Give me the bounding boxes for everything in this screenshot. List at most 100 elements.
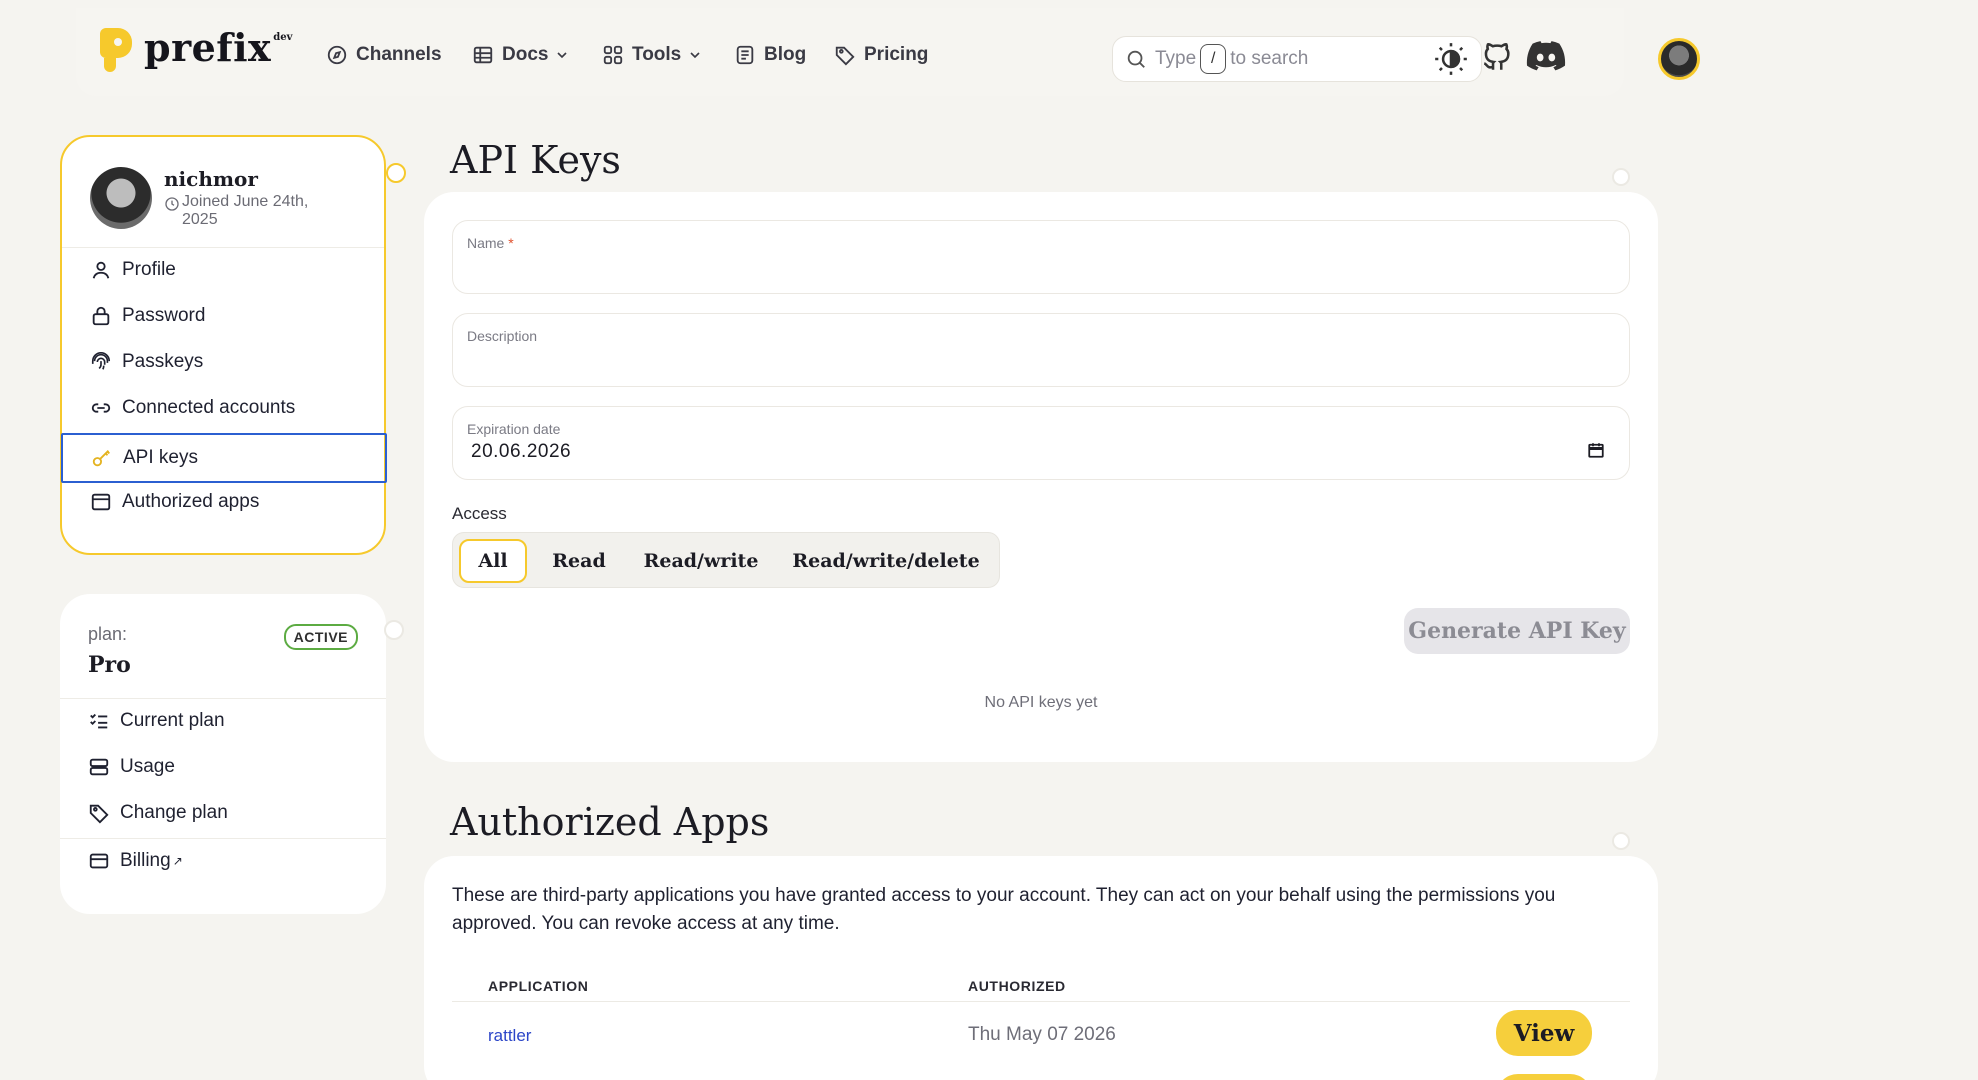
document-icon	[736, 45, 754, 65]
prefix-logo-icon	[100, 28, 134, 76]
view-button[interactable]: View	[1496, 1010, 1592, 1056]
sidebar-item-authorized-apps[interactable]: Authorized apps	[90, 491, 259, 513]
link-icon	[91, 403, 111, 413]
user-name: nichmor	[164, 167, 258, 191]
authorized-apps-description: These are third-party applications you h…	[452, 885, 1556, 934]
nav-docs[interactable]: Docs	[472, 44, 570, 66]
sidebar-item-label: Authorized apps	[122, 491, 260, 512]
brand-sup: dev	[273, 32, 293, 43]
access-option-read-write[interactable]: Read/write	[631, 539, 771, 583]
sidebar-item-connected-accounts[interactable]: Connected accounts	[90, 397, 295, 419]
search-prefix: Type	[1155, 48, 1197, 69]
search-input[interactable]: Type / to search	[1112, 36, 1482, 82]
card-icon	[89, 853, 109, 869]
access-option-all[interactable]: All	[459, 539, 527, 583]
sidebar-item-label: API keys	[123, 447, 198, 468]
account-settings-card: nichmor Joined June 24th, 2025 Profile P…	[60, 135, 406, 555]
avatar	[90, 167, 152, 229]
user-joined: Joined June 24th, 2025	[164, 193, 314, 229]
table-divider	[452, 1001, 1630, 1002]
server-icon	[89, 758, 109, 776]
tag-icon	[835, 46, 855, 66]
chevron-down-icon	[557, 52, 568, 59]
authorized-apps-panel: These are third-party applications you h…	[424, 856, 1658, 1080]
view-button-next-row[interactable]	[1496, 1074, 1592, 1080]
card-connector	[384, 620, 404, 640]
access-label: Access	[452, 504, 507, 523]
access-option-read-write-delete[interactable]: Read/write/delete	[779, 539, 993, 583]
plan-item-usage[interactable]: Usage	[88, 756, 175, 778]
name-label: Name *	[467, 235, 514, 251]
nav-blog[interactable]: Blog	[734, 44, 806, 66]
app-link[interactable]: rattler	[488, 1026, 531, 1046]
sidebar-item-passkeys[interactable]: Passkeys	[90, 351, 203, 373]
nav-blog-label: Blog	[764, 44, 807, 65]
brand-name: prefix	[144, 25, 272, 70]
sidebar-item-api-keys[interactable]: API keys	[61, 433, 387, 483]
sidebar-item-label: Connected accounts	[122, 397, 296, 418]
key-icon	[92, 450, 110, 467]
user-summary: nichmor Joined June 24th, 2025	[90, 167, 314, 229]
required-marker: *	[508, 235, 514, 251]
user-avatar-menu[interactable]	[1658, 38, 1700, 80]
plan-item-label: Billing	[120, 850, 171, 871]
access-segmented-control: All Read Read/write Read/write/delete	[452, 532, 1000, 588]
chevron-down-icon	[690, 52, 700, 59]
plan-item-billing[interactable]: Billing ↗	[88, 850, 183, 872]
sidebar-item-password[interactable]: Password	[90, 305, 205, 327]
section-connector	[1612, 832, 1630, 850]
brand-logo[interactable]: prefix dev	[100, 28, 292, 76]
nav-channels-label: Channels	[356, 44, 442, 65]
calendar-icon[interactable]	[1587, 441, 1605, 459]
authorized-apps-title: Authorized Apps	[450, 800, 770, 844]
sidebar-item-label: Password	[122, 305, 206, 326]
nav-pricing-label: Pricing	[864, 44, 929, 65]
section-connector	[1612, 168, 1630, 186]
github-icon[interactable]	[1480, 40, 1514, 74]
sidebar-item-label: Passkeys	[122, 351, 204, 372]
top-navbar: prefix dev Channels Docs Tools Blog Pric…	[76, 8, 1700, 96]
compass-icon	[327, 45, 347, 65]
nav-docs-label: Docs	[502, 44, 549, 65]
plan-item-label: Change plan	[120, 802, 228, 823]
discord-icon[interactable]	[1526, 40, 1566, 74]
divider	[60, 698, 386, 699]
clock-icon	[165, 197, 179, 211]
sidebar-item-profile[interactable]: Profile	[90, 259, 176, 281]
status-badge: ACTIVE	[283, 624, 358, 650]
search-shortcut-key: /	[1200, 44, 1227, 74]
table-icon	[473, 46, 493, 64]
tag-icon	[89, 804, 109, 824]
grid-icon	[603, 45, 623, 65]
divider	[62, 247, 384, 248]
nav-pricing[interactable]: Pricing	[834, 44, 928, 66]
column-header-authorized: AUTHORIZED	[968, 978, 1066, 994]
nav-tools-label: Tools	[632, 44, 682, 65]
nav-channels[interactable]: Channels	[326, 44, 442, 66]
checklist-icon	[90, 713, 108, 729]
search-suffix: to search	[1230, 48, 1309, 69]
card-connector	[386, 163, 406, 183]
column-header-application: APPLICATION	[488, 978, 589, 994]
access-option-read[interactable]: Read	[535, 539, 623, 583]
theme-toggle-icon[interactable]	[1432, 40, 1470, 78]
fingerprint-icon	[91, 352, 111, 370]
api-keys-title: API Keys	[450, 138, 621, 182]
expiration-date-field[interactable]: Expiration date 20.06.2026	[452, 406, 1630, 480]
search-icon	[1127, 50, 1145, 68]
expiration-value: 20.06.2026	[471, 441, 572, 462]
generate-api-key-button[interactable]: Generate API Key	[1404, 608, 1630, 654]
user-icon	[92, 261, 110, 279]
description-field[interactable]: Description	[452, 313, 1630, 387]
nav-tools[interactable]: Tools	[602, 44, 703, 66]
plan-item-current-plan[interactable]: Current plan	[88, 710, 225, 732]
plan-item-change-plan[interactable]: Change plan	[88, 802, 228, 824]
user-joined-text: Joined June 24th, 2025	[182, 193, 309, 228]
sidebar-item-label: Profile	[122, 259, 176, 280]
name-field[interactable]: Name *	[452, 220, 1630, 294]
api-keys-panel: Name * Description Expiration date 20.06…	[424, 192, 1658, 762]
description-label: Description	[467, 328, 538, 344]
external-link-icon: ↗	[172, 854, 183, 868]
plan-name: Pro	[88, 652, 131, 678]
plan-item-label: Usage	[120, 756, 175, 777]
